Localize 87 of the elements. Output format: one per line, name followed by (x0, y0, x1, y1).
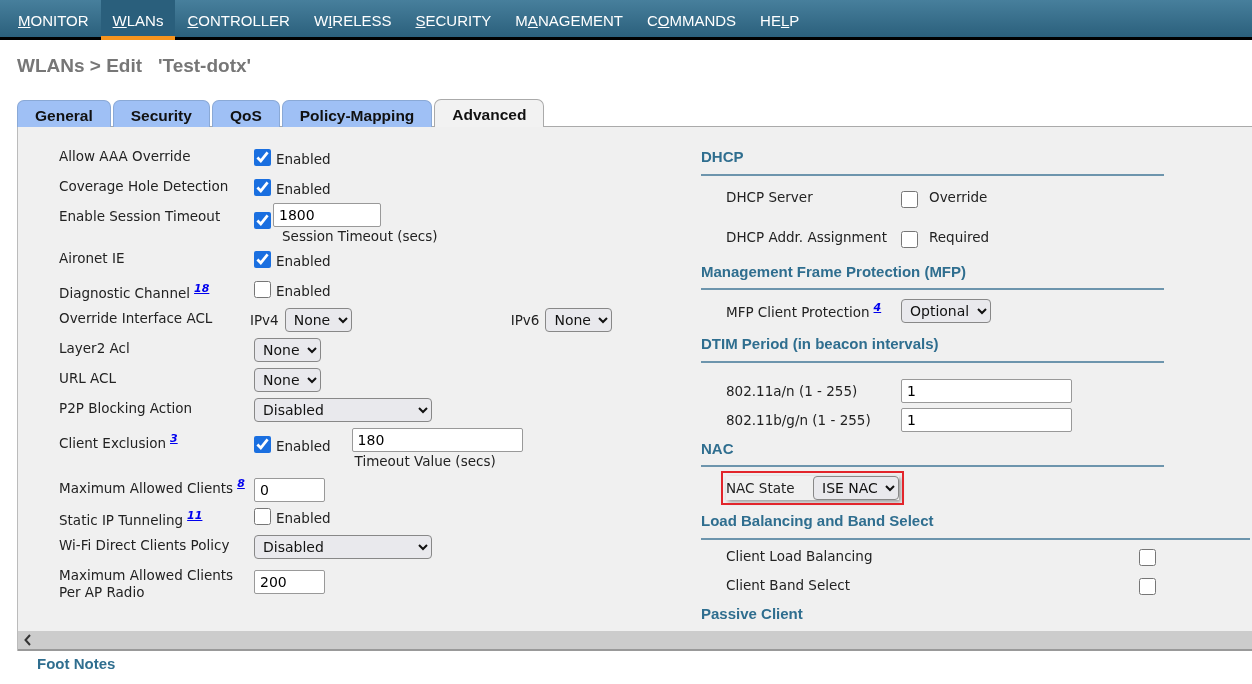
dropdown[interactable]: None (284, 308, 352, 332)
timeout-field[interactable]: 1800 (273, 203, 381, 227)
checkbox-label: Override (929, 188, 988, 208)
field-label: Maximum Allowed Clients (59, 479, 234, 496)
dropdown[interactable]: None (254, 338, 321, 362)
footnote-link[interactable]: 8 (237, 477, 245, 490)
menu-item[interactable]: COMMANDS (634, 0, 749, 40)
field-label: Override Interface ACL (59, 310, 213, 326)
checkbox-label: Required (929, 228, 990, 248)
checkbox[interactable] (901, 230, 918, 248)
checkbox[interactable] (254, 281, 271, 298)
checkbox[interactable] (1139, 578, 1156, 595)
menu-item[interactable]: HELP (748, 0, 812, 40)
field-label: Client Exclusion (59, 434, 166, 451)
number-field[interactable]: 1 (901, 379, 1072, 403)
menu-item[interactable]: CONTROLLER (175, 0, 302, 40)
field-label: MFP Client Protection (726, 303, 870, 320)
dropdown[interactable]: Disabled (254, 535, 432, 559)
field-label: Maximum Allowed Clients Per AP Radio (59, 567, 234, 600)
checkbox[interactable] (254, 436, 271, 453)
number-field[interactable]: 200 (254, 570, 325, 594)
field-label: Allow AAA Override (59, 148, 191, 164)
footnote-link[interactable]: 11 (187, 509, 203, 522)
checkbox[interactable] (254, 149, 271, 166)
tab[interactable]: General (17, 100, 111, 127)
menu-item[interactable]: MANAGEMENT (503, 0, 635, 40)
field-label: Client Band Select (726, 576, 850, 593)
menu-item[interactable]: WLANs (100, 0, 176, 40)
checkbox-label: Enabled (276, 252, 331, 271)
horizontal-scrollbar[interactable] (18, 631, 1252, 651)
checkbox[interactable] (254, 251, 271, 268)
checkbox-label: Enabled (276, 509, 331, 528)
field-label: Wi-Fi Direct Clients Policy (59, 537, 230, 553)
scroll-left-icon[interactable] (24, 634, 32, 646)
dropdown[interactable]: None (254, 368, 321, 392)
field-label: Enable Session Timeout (59, 208, 221, 224)
tab[interactable]: Advanced (434, 99, 545, 127)
field-label: Diagnostic Channel (59, 284, 191, 301)
checkbox[interactable] (254, 179, 271, 196)
timeout-field[interactable]: 180 (351, 428, 523, 452)
field-label: 802.11a/n (1 - 255) (726, 382, 858, 399)
section-heading: NAC (701, 434, 1164, 467)
number-field[interactable]: 1 (901, 408, 1072, 432)
field-label: Layer2 Acl (59, 340, 130, 356)
section-heading: Load Balancing and Band Select (701, 507, 1250, 540)
dropdown[interactable]: ISE NAC (813, 476, 899, 500)
select-prefix: IPv6 (510, 310, 540, 330)
tab[interactable]: QoS (211, 100, 280, 127)
footnote-link[interactable]: 3 (170, 432, 178, 445)
field-label: 802.11b/g/n (1 - 255) (726, 411, 871, 428)
field-label: Coverage Hole Detection (59, 178, 229, 194)
footnotes-heading: Foot Notes (37, 655, 117, 673)
field-label: DHCP Server (726, 189, 813, 206)
menu-item[interactable]: MONITOR (6, 0, 101, 40)
field-label: DHCP Addr. Assignment (726, 229, 887, 246)
page-title: WLANs > Edit 'Test-dotx' (17, 54, 253, 78)
dropdown[interactable]: Optional (901, 299, 991, 323)
field-label: Client Load Balancing (726, 547, 873, 564)
menu-item[interactable]: WIRELESS (301, 0, 404, 40)
section-heading: DHCP (701, 143, 1164, 176)
checkbox-label: Enabled (276, 437, 331, 456)
section-heading: Passive Client (701, 603, 804, 624)
checkbox[interactable] (1139, 549, 1156, 566)
footnote-link[interactable]: 18 (194, 282, 210, 295)
tab[interactable]: Security (112, 100, 210, 127)
field-caption: Session Timeout (secs) (282, 227, 438, 245)
checkbox[interactable] (254, 212, 271, 229)
section-heading: DTIM Period (in beacon intervals) (701, 330, 1164, 363)
field-label: Static IP Tunneling (59, 511, 184, 528)
tab[interactable]: Policy-Mapping (281, 100, 433, 127)
checkbox[interactable] (254, 508, 271, 525)
dropdown[interactable]: Disabled (254, 398, 432, 422)
footnote-link[interactable]: 4 (873, 301, 882, 315)
checkbox[interactable] (901, 190, 918, 208)
checkbox-label: Enabled (276, 150, 331, 169)
field-label: NAC State (726, 479, 795, 496)
select-prefix: IPv4 (250, 310, 279, 330)
checkbox-label: Enabled (276, 282, 331, 301)
dropdown[interactable]: None (545, 308, 613, 332)
field-label: URL ACL (59, 370, 117, 386)
section-heading: Management Frame Protection (MFP) (701, 257, 1164, 290)
field-label: P2P Blocking Action (59, 400, 193, 416)
number-field[interactable]: 0 (254, 478, 325, 502)
checkbox-label: Enabled (276, 180, 331, 199)
field-label: Aironet IE (59, 250, 125, 266)
menu-item[interactable]: SECURITY (403, 0, 504, 40)
field-caption: Timeout Value (secs) (354, 452, 497, 470)
